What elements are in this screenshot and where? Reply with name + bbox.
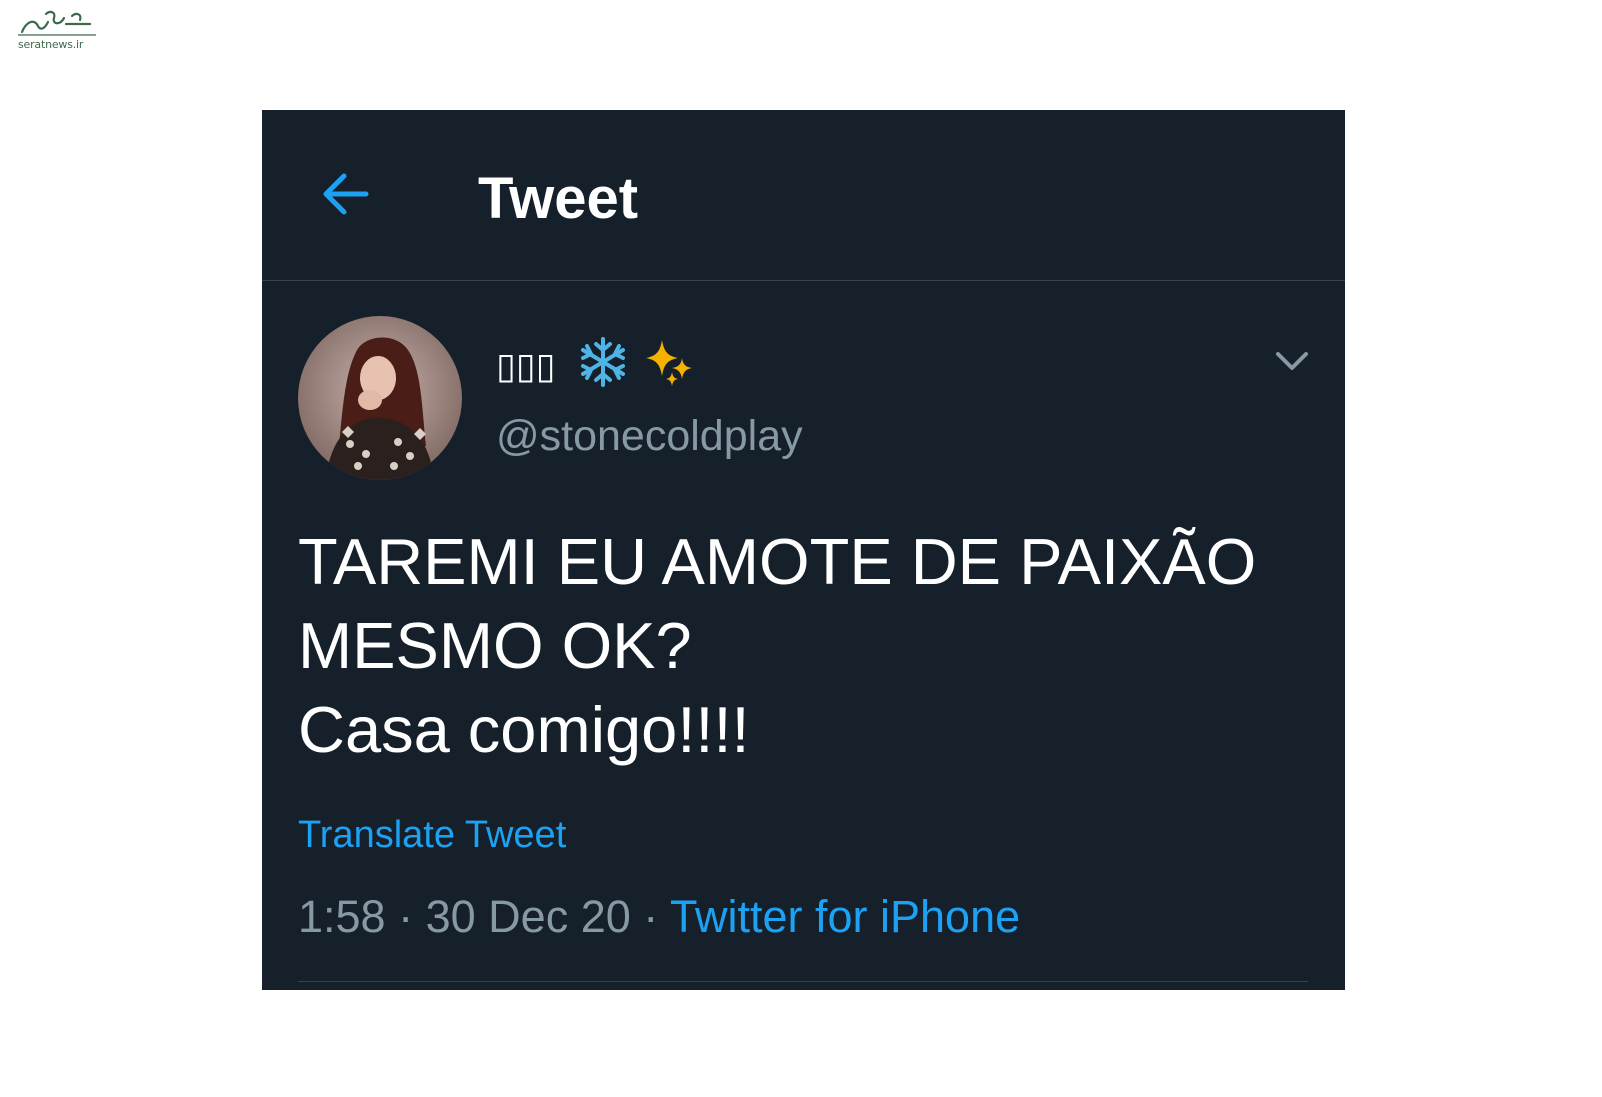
- tweet-meta: 1:58 · 30 Dec 20 · Twitter for iPhone: [298, 890, 1020, 944]
- divider: [298, 981, 1308, 982]
- watermark-logo: seratnews.ir: [16, 4, 98, 52]
- snowflake-icon: [577, 336, 629, 400]
- tweet-time[interactable]: 1:58: [298, 891, 386, 942]
- more-options-button[interactable]: [1274, 346, 1310, 374]
- chevron-down-icon: [1276, 352, 1308, 370]
- arrow-left-icon: [323, 173, 369, 215]
- back-button[interactable]: [320, 168, 372, 220]
- watermark-text: seratnews.ir: [18, 38, 84, 51]
- meta-separator: ·: [398, 891, 414, 942]
- tweet-card: Tweet ▯▯▯ @stonecoldplay TAREMI EU AMOTE…: [262, 110, 1345, 990]
- display-name-text: ▯▯▯: [496, 346, 556, 387]
- page-title: Tweet: [478, 166, 639, 231]
- user-handle[interactable]: @stonecoldplay: [496, 410, 803, 462]
- sparkles-icon: [644, 336, 696, 400]
- profile-photo-icon: [298, 316, 462, 480]
- tweet-text: TAREMI EU AMOTE DE PAIXÃO MESMO OK? Casa…: [298, 525, 1257, 766]
- display-name[interactable]: ▯▯▯: [496, 336, 696, 400]
- tweet-header: Tweet: [262, 110, 1345, 281]
- translate-tweet-link[interactable]: Translate Tweet: [298, 812, 566, 858]
- avatar[interactable]: [298, 316, 462, 480]
- meta-separator: ·: [643, 891, 659, 942]
- tweet-source-link[interactable]: Twitter for iPhone: [670, 891, 1020, 942]
- watermark-glyph-icon: [18, 10, 96, 36]
- tweet-date[interactable]: 30 Dec 20: [426, 891, 631, 942]
